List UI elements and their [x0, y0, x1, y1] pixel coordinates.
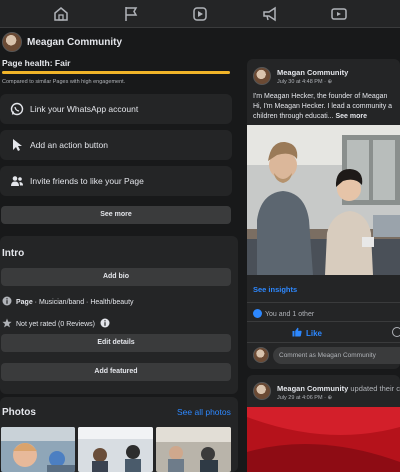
link-whatsapp-button[interactable]: Link your WhatsApp account	[0, 94, 232, 124]
reactions-text: You and 1 other	[265, 311, 315, 318]
divider	[247, 302, 400, 303]
post-text-line: Hi, I'm Meagan Hecker. I lead a communit…	[253, 103, 393, 110]
post-timestamp[interactable]: July 30 at 4:48 PM · ⊕	[277, 79, 332, 85]
comment-avatar	[253, 347, 269, 363]
post-timestamp[interactable]: July 29 at 4:06 PM · ⊕	[277, 395, 332, 401]
link-whatsapp-label: Link your WhatsApp account	[30, 104, 139, 114]
post-timestamp-text: July 29 at 4:06 PM ·	[277, 395, 328, 401]
people-icon	[10, 174, 24, 188]
star-icon	[2, 318, 12, 328]
see-more-button[interactable]: See more	[1, 206, 231, 224]
post-action-text: updated their co	[348, 384, 400, 393]
like-label: Like	[306, 329, 323, 338]
video-icon[interactable]	[330, 5, 348, 23]
globe-icon: ⊕	[327, 79, 333, 85]
rating-text: Not yet rated (0 Reviews)	[16, 321, 95, 328]
megaphone-icon[interactable]	[261, 5, 279, 23]
page-avatar[interactable]	[2, 32, 22, 52]
post-image[interactable]	[247, 125, 400, 275]
globe-icon: ⊕	[327, 395, 333, 401]
top-navigation	[0, 0, 400, 28]
page-category-row: Page · Musician/band · Health/beauty	[2, 296, 134, 306]
see-all-photos-link[interactable]: See all photos	[177, 407, 231, 417]
post-see-more-link[interactable]: See more	[336, 113, 368, 120]
post-timestamp-text: July 30 at 4:48 PM ·	[277, 79, 328, 85]
home-icon[interactable]	[52, 5, 70, 23]
post-text-line: children through educati... See more	[253, 112, 367, 122]
comment-input[interactable]: Comment as Meagan Community	[273, 347, 400, 364]
page-health-bar-fill	[2, 71, 230, 74]
divider	[247, 342, 400, 343]
edit-details-button[interactable]: Edit details	[1, 334, 231, 352]
add-bio-button[interactable]: Add bio	[1, 268, 231, 286]
page-health-title: Page health: Fair	[2, 58, 71, 68]
watch-icon[interactable]	[191, 5, 209, 23]
page-categories: · Musician/band · Health/beauty	[32, 299, 134, 306]
post-author[interactable]: Meagan Community updated their co	[277, 384, 400, 393]
see-insights-link[interactable]: See insights	[253, 285, 297, 294]
post-reactions[interactable]: You and 1 other	[253, 309, 314, 318]
photo-thumbnail[interactable]	[156, 427, 231, 472]
add-action-button[interactable]: Add an action button	[0, 130, 232, 160]
like-button[interactable]: Like	[292, 327, 322, 338]
page-label: Page	[16, 299, 33, 306]
post-author-avatar[interactable]	[253, 67, 271, 85]
photo-thumbnail[interactable]	[78, 427, 153, 472]
post-text-line-3: children through educati...	[253, 113, 336, 120]
photos-title: Photos	[2, 407, 36, 418]
page-root: Meagan Community Page health: Fair Compa…	[0, 0, 400, 472]
intro-title: Intro	[2, 248, 25, 259]
thumbs-up-icon	[292, 327, 302, 337]
invite-friends-label: Invite friends to like your Page	[30, 176, 144, 186]
whatsapp-icon	[10, 102, 24, 116]
divider	[247, 321, 400, 322]
info-icon	[2, 296, 12, 306]
comment-icon[interactable]	[392, 327, 400, 337]
post-image[interactable]	[247, 407, 400, 472]
flag-icon[interactable]	[122, 5, 140, 23]
rating-row: Not yet rated (0 Reviews)	[2, 318, 114, 328]
post-author[interactable]: Meagan Community	[277, 68, 348, 77]
rating-info-icon[interactable]	[100, 318, 110, 328]
page-name[interactable]: Meagan Community	[27, 37, 122, 48]
like-reaction-icon	[253, 309, 262, 318]
page-health-bar	[2, 71, 230, 74]
post-author-name: Meagan Community	[277, 384, 349, 393]
add-action-label: Add an action button	[30, 140, 108, 150]
add-featured-button[interactable]: Add featured	[1, 363, 231, 381]
invite-friends-button[interactable]: Invite friends to like your Page	[0, 166, 232, 196]
photo-thumbnail[interactable]	[1, 427, 75, 472]
post-text-line: I'm Meagan Hecker, the founder of Meagan	[253, 93, 388, 100]
cursor-icon	[10, 138, 24, 152]
post-author-avatar[interactable]	[253, 382, 271, 400]
page-health-subtitle: Compared to similar Pages with high enga…	[2, 79, 126, 85]
